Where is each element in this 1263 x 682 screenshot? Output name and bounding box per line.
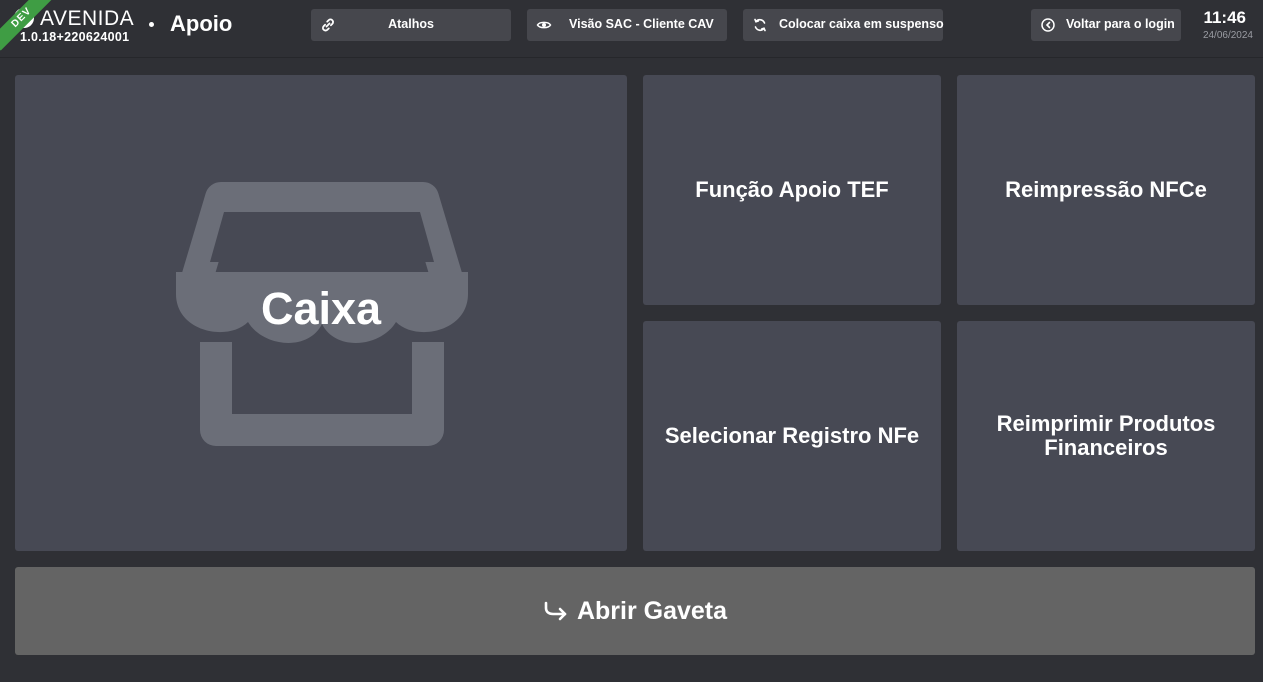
reimpressao-nfce-tile[interactable]: Reimpressão NFCe (957, 75, 1255, 305)
open-drawer-button[interactable]: Abrir Gaveta (15, 567, 1255, 655)
app-root: AVENIDA 1.0.18+220624001 DEV Apoio Atalh… (0, 0, 1263, 682)
brand-name: AVENIDA (40, 7, 135, 30)
clock-time: 11:46 (1203, 8, 1246, 27)
top-bar: AVENIDA 1.0.18+220624001 DEV Apoio Atalh… (0, 0, 1263, 58)
reimpressao-nfce-tile-label: Reimpressão NFCe (1005, 177, 1207, 202)
clock-date: 24/06/2024 (1202, 30, 1253, 41)
sac-view-button[interactable]: Visão SAC - Cliente CAV (527, 9, 727, 41)
back-to-login-button-label: Voltar para o login (1066, 17, 1175, 31)
sac-view-button-label: Visão SAC - Cliente CAV (569, 17, 714, 31)
shortcuts-button[interactable]: Atalhos (311, 9, 511, 41)
reimprimir-produtos-financeiros-tile-label: Reimprimir Produtos Financeiros (996, 411, 1216, 460)
title-separator (149, 22, 154, 27)
apoio-tef-tile[interactable]: Função Apoio TEF (643, 75, 941, 305)
apoio-tef-tile-label: Função Apoio TEF (695, 177, 889, 202)
selecionar-registro-nfe-tile[interactable]: Selecionar Registro NFe (643, 321, 941, 551)
app-version: 1.0.18+220624001 (20, 30, 130, 44)
shortcuts-button-label: Atalhos (388, 17, 434, 31)
suspend-register-button[interactable]: Colocar caixa em suspenso (743, 9, 944, 41)
refresh-icon (754, 18, 766, 32)
page-title: Apoio (170, 11, 233, 36)
reimprimir-produtos-financeiros-tile[interactable]: Reimprimir Produtos Financeiros (957, 321, 1255, 551)
suspend-register-button-label: Colocar caixa em suspenso (779, 17, 944, 31)
eye-icon (536, 21, 552, 29)
back-to-login-button[interactable]: Voltar para o login (1031, 9, 1181, 41)
caixa-tile-label: Caixa (260, 283, 382, 334)
selecionar-registro-nfe-tile-label: Selecionar Registro NFe (664, 423, 920, 448)
caixa-tile[interactable]: Caixa (15, 75, 627, 551)
arrow-circle-left-icon (1041, 18, 1055, 32)
arrow-return-icon (544, 601, 567, 621)
open-drawer-button-label: Abrir Gaveta (576, 596, 728, 625)
